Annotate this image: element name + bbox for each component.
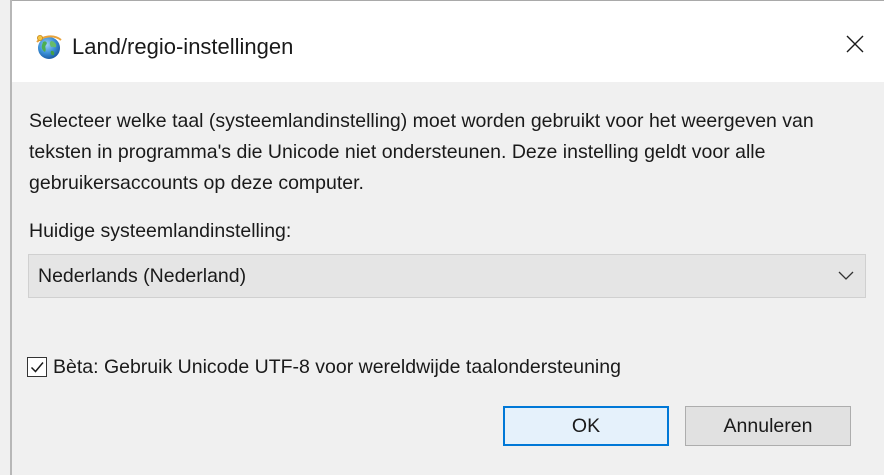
globe-icon bbox=[34, 32, 64, 62]
cancel-button-label: Annuleren bbox=[723, 414, 813, 437]
close-button[interactable] bbox=[832, 24, 878, 68]
checkmark-icon bbox=[30, 362, 44, 373]
locale-select-value: Nederlands (Nederland) bbox=[38, 265, 247, 287]
ok-button-label: OK bbox=[571, 414, 601, 437]
title-bar[interactable]: Land/regio-instellingen bbox=[12, 10, 884, 82]
cancel-button[interactable]: Annuleren bbox=[685, 406, 851, 446]
locale-label: Huidige systeemlandinstelling: bbox=[29, 220, 292, 242]
utf8-checkbox[interactable] bbox=[27, 357, 47, 377]
window-top-edge bbox=[0, 0, 884, 10]
ok-button[interactable]: OK bbox=[503, 406, 669, 446]
close-icon bbox=[845, 34, 865, 59]
utf8-checkbox-label: Bèta: Gebruik Unicode UTF-8 voor wereldw… bbox=[53, 355, 621, 378]
description-text: Selecteer welke taal (systeemlandinstell… bbox=[29, 110, 814, 194]
utf8-checkbox-row[interactable]: Bèta: Gebruik Unicode UTF-8 voor wereldw… bbox=[27, 354, 621, 380]
locale-select[interactable]: Nederlands (Nederland) bbox=[28, 254, 866, 298]
region-settings-dialog: Land/regio-instellingen Selecteer welke … bbox=[0, 0, 884, 475]
chevron-down-icon bbox=[837, 268, 855, 282]
dialog-content: Selecteer welke taal (systeemlandinstell… bbox=[12, 82, 884, 475]
window-title: Land/regio-instellingen bbox=[72, 34, 294, 59]
